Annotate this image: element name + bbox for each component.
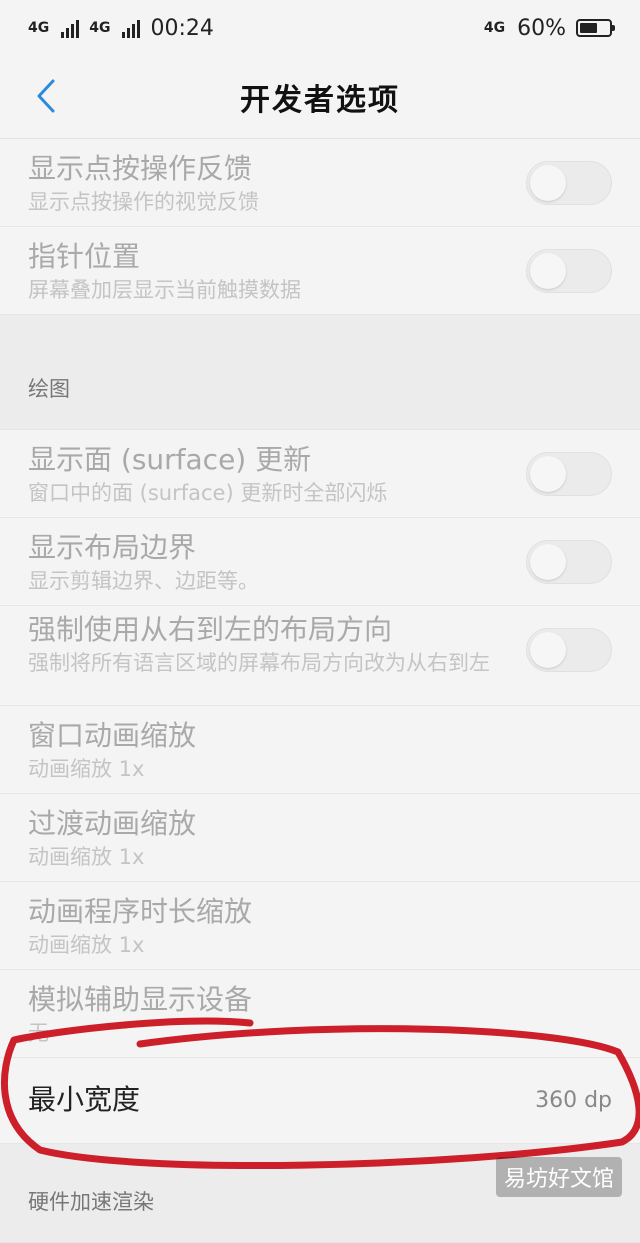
pointer-location-toggle[interactable] — [526, 248, 612, 293]
page-title: 开发者选项 — [240, 83, 400, 118]
smallest-width-value: 360 dp — [535, 1087, 612, 1113]
item-title: 模拟辅助显示设备 — [28, 983, 253, 1016]
list-item-layout-bounds[interactable]: 显示布局边界 显示剪辑边界、边距等。 — [0, 518, 640, 606]
status-bar: 4G 4G 00:24 4G 60% — [0, 0, 640, 56]
item-subtitle: 动画缩放 1x — [28, 845, 145, 869]
layout-bounds-toggle[interactable] — [526, 539, 612, 584]
item-subtitle: 显示点按操作的视觉反馈 — [28, 190, 259, 214]
toggle-knob — [530, 164, 566, 201]
item-title: 过渡动画缩放 — [28, 807, 197, 840]
item-title: 指针位置 — [28, 240, 141, 273]
network-type-1: 4G — [28, 20, 50, 36]
network-type-2: 4G — [89, 20, 111, 36]
item-subtitle: 屏幕叠加层显示当前触摸数据 — [28, 278, 301, 302]
toggle-knob — [530, 631, 566, 668]
item-title: 最小宽度 — [28, 1083, 141, 1116]
force-rtl-toggle[interactable] — [526, 627, 612, 672]
chevron-left-icon — [37, 79, 55, 113]
list-item-simulate-secondary-display[interactable]: 模拟辅助显示设备 无 — [0, 970, 640, 1058]
battery-percent: 60% — [517, 15, 566, 41]
item-title: 窗口动画缩放 — [28, 719, 197, 752]
item-title: 显示点按操作反馈 — [28, 152, 253, 185]
tap-feedback-toggle[interactable] — [526, 160, 612, 205]
item-subtitle: 显示剪辑边界、边距等。 — [28, 569, 259, 593]
toggle-knob — [530, 455, 566, 492]
clock: 00:24 — [150, 15, 214, 41]
title-bar: 开发者选项 — [0, 56, 640, 139]
item-title: 动画程序时长缩放 — [28, 895, 253, 928]
item-subtitle: 动画缩放 1x — [28, 933, 145, 957]
network-type-right: 4G — [483, 20, 506, 36]
list-item-window-animation-scale[interactable]: 窗口动画缩放 动画缩放 1x — [0, 706, 640, 794]
item-subtitle: 窗口中的面 (surface) 更新时全部闪烁 — [28, 481, 388, 505]
item-subtitle: 无 — [28, 1021, 49, 1045]
signal-icon — [122, 18, 141, 38]
list-item-smallest-width[interactable]: 最小宽度 360 dp — [0, 1058, 640, 1144]
list-item-force-rtl[interactable]: 强制使用从右到左的布局方向 强制将所有语言区域的屏幕布局方向改为从右到左 — [0, 606, 640, 706]
toggle-knob — [530, 252, 566, 289]
item-title: 强制使用从右到左的布局方向 — [28, 613, 393, 646]
item-subtitle: 强制将所有语言区域的屏幕布局方向改为从右到左 — [28, 651, 490, 675]
list-item-tap-feedback[interactable]: 显示点按操作反馈 显示点按操作的视觉反馈 — [0, 139, 640, 227]
list-item-animator-duration-scale[interactable]: 动画程序时长缩放 动画缩放 1x — [0, 882, 640, 970]
list-item-surface-updates[interactable]: 显示面 (surface) 更新 窗口中的面 (surface) 更新时全部闪烁 — [0, 430, 640, 518]
surface-updates-toggle[interactable] — [526, 451, 612, 496]
item-title: 显示面 (surface) 更新 — [28, 443, 312, 476]
section-header-drawing: 绘图 — [0, 375, 640, 430]
item-subtitle: 动画缩放 1x — [28, 757, 145, 781]
list-item-pointer-location[interactable]: 指针位置 屏幕叠加层显示当前触摸数据 — [0, 227, 640, 315]
toggle-knob — [530, 543, 566, 580]
signal-icon — [61, 18, 80, 38]
item-title: 显示布局边界 — [28, 531, 197, 564]
settings-list: 显示点按操作反馈 显示点按操作的视觉反馈 指针位置 屏幕叠加层显示当前触摸数据 … — [0, 139, 640, 1243]
battery-icon — [576, 19, 615, 37]
watermark: 易坊好文馆 — [495, 1157, 622, 1197]
back-button[interactable] — [26, 76, 66, 116]
list-item-transition-animation-scale[interactable]: 过渡动画缩放 动画缩放 1x — [0, 794, 640, 882]
section-gap — [0, 315, 640, 375]
